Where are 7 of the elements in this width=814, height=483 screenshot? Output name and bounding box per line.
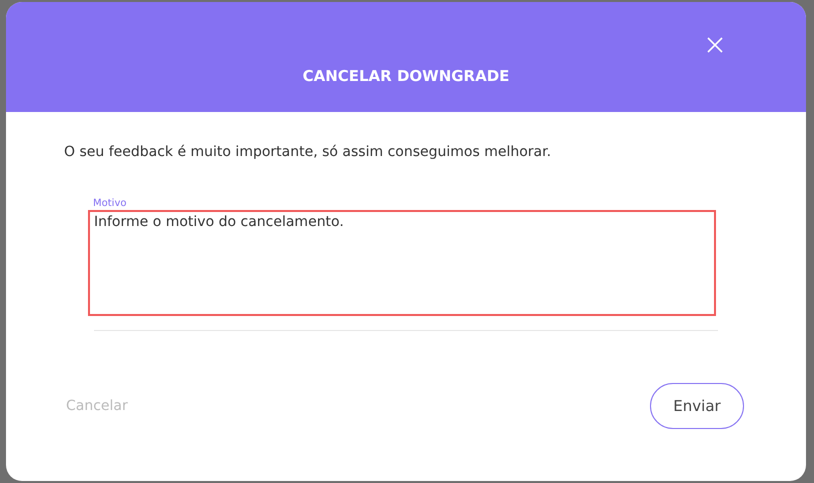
reason-text-area[interactable]: Informe o motivo do cancelamento. [88,210,716,316]
close-icon [707,37,723,53]
field-label: Motivo [93,198,128,210]
message-text: O seu feedback é muito importante, só assim conseguimos melhorar. [64,144,552,160]
send-button[interactable]: Enviar [650,383,744,429]
close-button[interactable] [705,35,725,55]
dialog-title: CANCELAR DOWNGRADE [302,67,510,85]
